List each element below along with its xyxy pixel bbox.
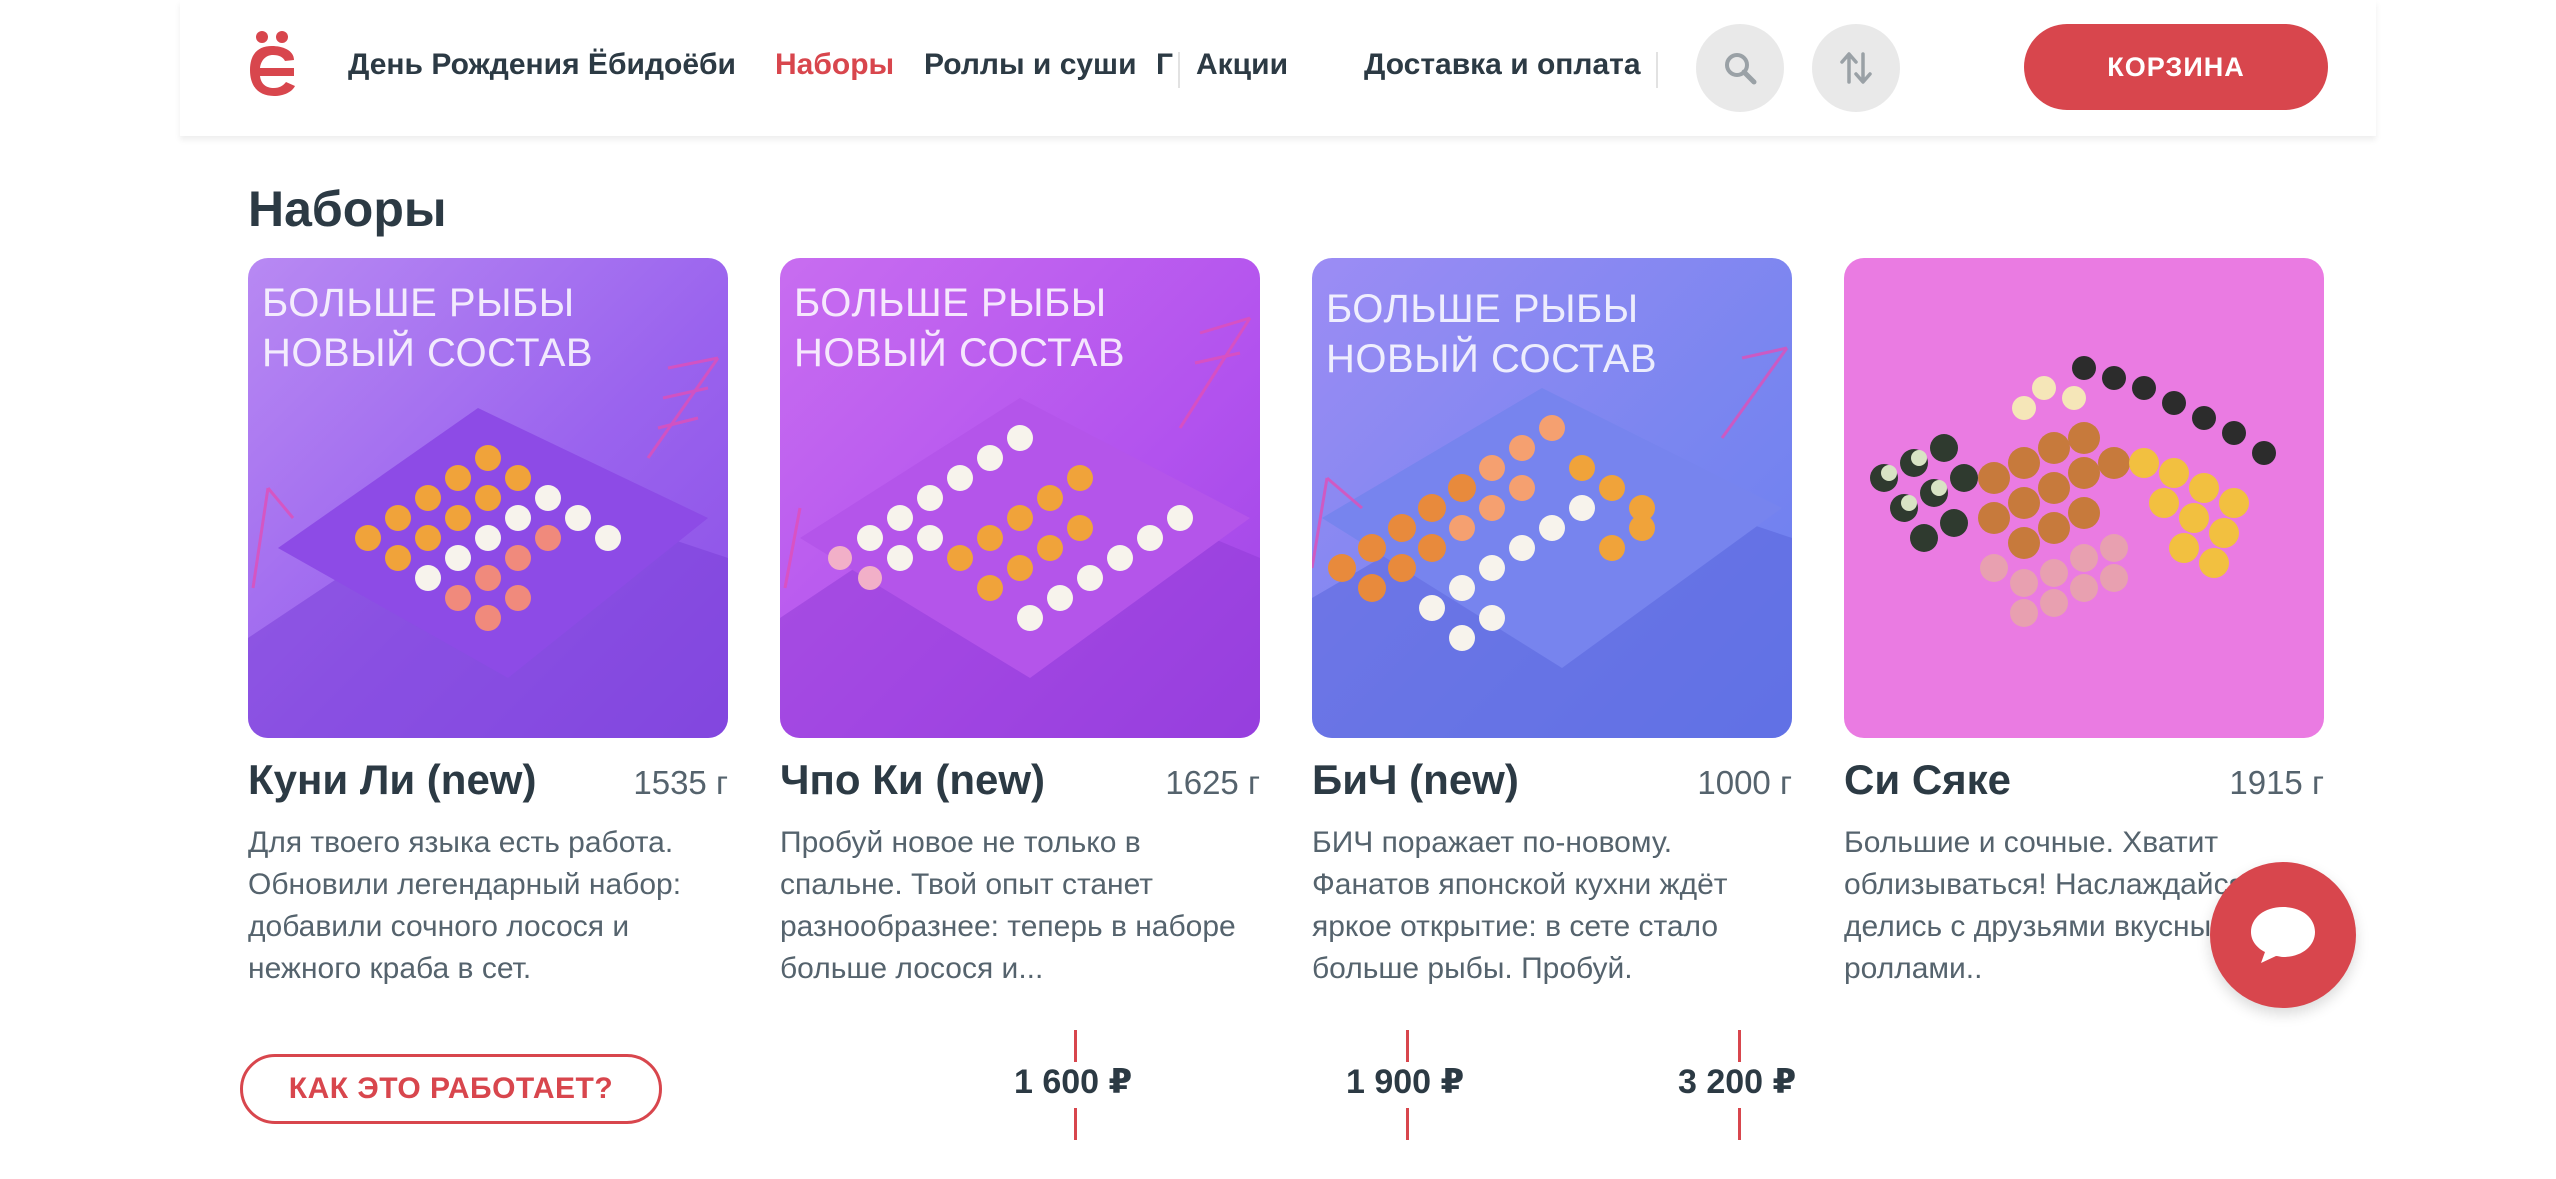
product-description: Для твоего языка есть работа. Обновили л… xyxy=(248,826,682,985)
price-label: 1 900 ₽ xyxy=(1346,1063,1465,1101)
product-description: Пробуй новое не только в спальне. Твой о… xyxy=(780,826,1236,985)
product-description: БИЧ поражает по-новому. Фанатов японской… xyxy=(1312,826,1728,985)
cart-button[interactable]: КОРЗИНА xyxy=(2024,24,2328,110)
chat-button[interactable] xyxy=(2210,862,2356,1008)
product-card[interactable]: БОЛЬШЕ РЫБЫ НОВЫЙ СОСТАВ Куни Ли (new) 15… xyxy=(248,258,728,990)
product-card[interactable]: БОЛЬШЕ РЫБЫ НОВЫЙ СОСТАВ БиЧ (new) 1000 г… xyxy=(1312,258,1792,990)
how-it-works-button[interactable]: КАК ЭТО РАБОТАЕТ? xyxy=(240,1054,662,1124)
page-title: Наборы xyxy=(248,181,447,237)
nav-truncated-item[interactable]: Г xyxy=(1156,48,1173,82)
search-icon xyxy=(1725,53,1757,85)
sort-button[interactable] xyxy=(1812,24,1900,112)
nav-divider xyxy=(1178,52,1180,88)
chat-bubble-icon xyxy=(2251,907,2315,963)
nav-divider xyxy=(1656,52,1658,88)
price-divider xyxy=(1738,1108,1741,1140)
price-divider xyxy=(1406,1030,1409,1062)
price-divider xyxy=(1738,1030,1741,1062)
price-label: 1 600 ₽ xyxy=(1014,1063,1133,1101)
product-image[interactable]: БОЛЬШЕ РЫБЫ НОВЫЙ СОСТАВ xyxy=(248,258,728,738)
product-name[interactable]: Куни Ли (new) xyxy=(248,756,536,804)
product-weight: 1000 г xyxy=(1697,764,1792,801)
nav-promotions[interactable]: Акции xyxy=(1196,48,1288,82)
price-divider xyxy=(1074,1030,1077,1062)
nav-delivery[interactable]: Доставка и оплата xyxy=(1364,48,1641,82)
price-divider xyxy=(1074,1108,1077,1140)
product-image[interactable]: БОЛЬШЕ РЫБЫ НОВЫЙ СОСТАВ xyxy=(1312,258,1792,738)
site-header: День Рождения Ёбидоёби Наборы Роллы и су… xyxy=(180,0,2376,136)
nav-sets[interactable]: Наборы xyxy=(775,48,894,82)
product-name[interactable]: Чпо Ки (new) xyxy=(780,756,1045,804)
search-button[interactable] xyxy=(1696,24,1784,112)
sort-arrows-icon xyxy=(1840,52,1872,84)
product-weight: 1625 г xyxy=(1165,764,1260,801)
product-card[interactable]: БОЛЬШЕ РЫБЫ НОВЫЙ СОСТАВ Чпо Ки (new) 162… xyxy=(780,258,1260,990)
promo-text: БОЛЬШЕ РЫБЫ НОВЫЙ СОСТАВ xyxy=(1326,287,1658,381)
promo-text: БОЛЬШЕ РЫБЫ НОВЫЙ СОСТАВ xyxy=(794,281,1126,375)
price-label: 3 200 ₽ xyxy=(1678,1063,1797,1101)
nav-rolls-sushi[interactable]: Роллы и суши xyxy=(924,48,1137,82)
promo-text: БОЛЬШЕ РЫБЫ НОВЫЙ СОСТАВ xyxy=(262,281,594,375)
product-image[interactable] xyxy=(1844,258,2324,738)
product-weight: 1915 г xyxy=(2229,764,2324,801)
product-image[interactable]: БОЛЬШЕ РЫБЫ НОВЫЙ СОСТАВ xyxy=(780,258,1260,738)
product-name[interactable]: БиЧ (new) xyxy=(1312,756,1519,804)
price-divider xyxy=(1406,1108,1409,1140)
nav-birthday[interactable]: День Рождения Ёбидоёби xyxy=(348,48,736,82)
logo[interactable] xyxy=(248,30,296,100)
product-name[interactable]: Си Сяке xyxy=(1844,756,2011,804)
product-weight: 1535 г xyxy=(633,764,728,801)
